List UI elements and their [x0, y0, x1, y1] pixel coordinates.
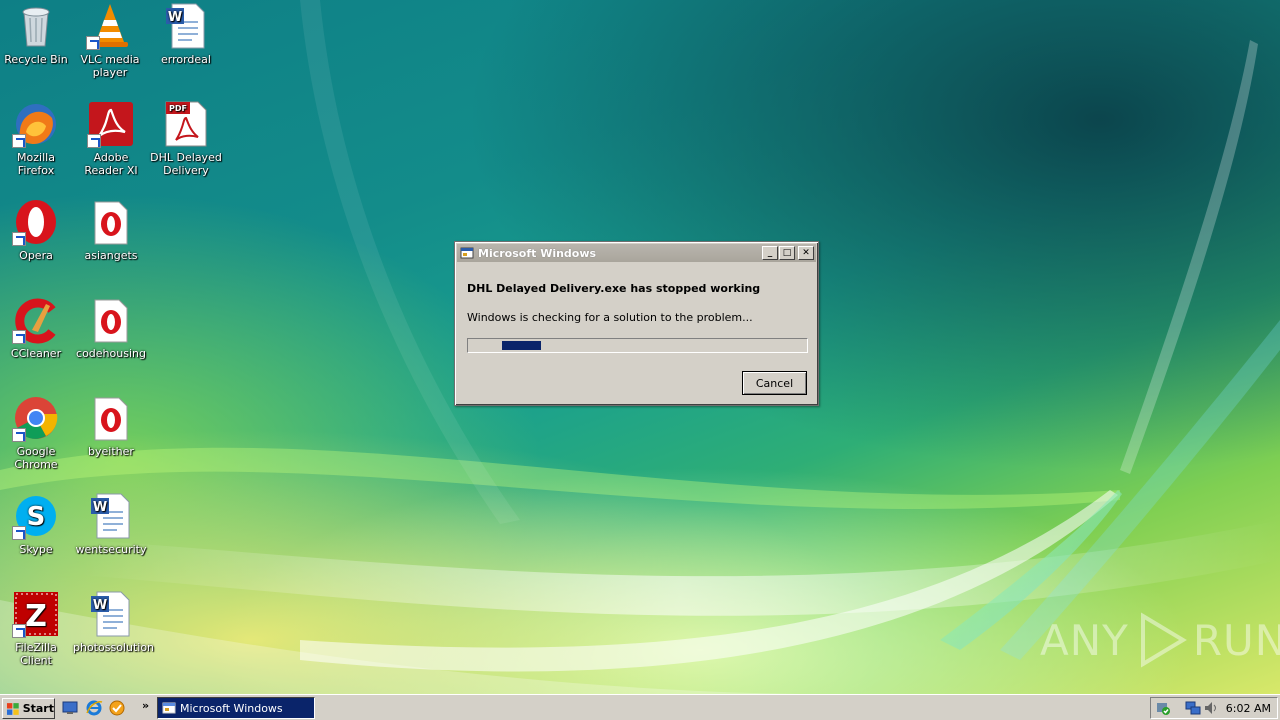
close-button[interactable]: ✕ [798, 246, 814, 260]
show-desktop-icon[interactable] [61, 699, 79, 717]
dialog-message: Windows is checking for a solution to th… [467, 311, 753, 324]
desktop-icon-label: asiangets [84, 249, 138, 262]
desktop-icon-opera[interactable]: Opera [0, 198, 74, 262]
svg-text:W: W [168, 10, 182, 25]
desktop-icon-label: errordeal [161, 53, 211, 66]
desktop-icon-label: codehousing [76, 347, 146, 360]
app-window-icon [162, 702, 176, 714]
desktop-icon-photossolution[interactable]: W photossolution [73, 590, 154, 654]
desktop-icon-wentsecurity[interactable]: W wentsecurity [73, 492, 149, 556]
desktop-icon-asiangets[interactable]: asiangets [73, 198, 149, 262]
desktop-icon-skype[interactable]: S Skype [0, 492, 74, 556]
minimize-icon: _ [767, 247, 773, 258]
quick-launch-chevron[interactable]: » [142, 699, 149, 712]
volume-icon[interactable] [1203, 700, 1219, 716]
desktop-icon-recycle-bin[interactable]: Recycle Bin [0, 2, 74, 66]
opera-document-icon [87, 198, 135, 246]
network-icon[interactable] [1185, 700, 1201, 716]
vlc-icon [86, 2, 134, 50]
desktop-icon-label: Mozilla Firefox [17, 151, 55, 177]
desktop-icon-label: DHL Delayed Delivery [150, 151, 222, 177]
maximize-icon: □ [782, 247, 792, 258]
media-player-icon[interactable] [108, 699, 126, 717]
shortcut-arrow-icon [12, 526, 26, 540]
pdf-document-icon: PDF [162, 100, 210, 148]
security-shield-icon[interactable] [1155, 700, 1171, 716]
opera-document-icon [87, 296, 135, 344]
shortcut-arrow-icon [87, 134, 101, 148]
desktop-icon-label: byeither [88, 445, 134, 458]
taskbar-button-label: Microsoft Windows [180, 701, 283, 715]
desktop-icon-label: photossolution [73, 641, 155, 654]
progress-marquee-block [502, 341, 541, 350]
close-icon: ✕ [802, 247, 810, 258]
svg-text:W: W [93, 500, 107, 515]
word-document-icon: W [87, 492, 135, 540]
dialog-title: Microsoft Windows [478, 246, 597, 260]
start-button[interactable]: Start [2, 698, 55, 719]
shortcut-arrow-icon [12, 134, 26, 148]
error-dialog: Microsoft Windows _ □ ✕ DHL Delayed Deli… [454, 241, 819, 406]
maximize-button[interactable]: □ [779, 246, 795, 260]
filezilla-icon: Z [12, 590, 60, 638]
firefox-icon [12, 100, 60, 148]
svg-text:W: W [93, 598, 107, 613]
desktop-icon-ccleaner[interactable]: CCleaner [0, 296, 74, 360]
desktop-icon-errordeal[interactable]: W errordeal [148, 2, 224, 66]
anyrun-watermark: ANY RUN [1040, 610, 1280, 670]
shortcut-arrow-icon [12, 232, 26, 246]
recycle-bin-icon [12, 2, 60, 50]
desktop-icon-filezilla[interactable]: Z FileZilla Client [0, 590, 74, 667]
svg-text:S: S [27, 502, 46, 532]
desktop-icon-label: Skype [19, 543, 53, 556]
adobe-reader-icon [87, 100, 135, 148]
word-document-icon: W [162, 2, 210, 50]
dialog-titlebar[interactable]: Microsoft Windows _ □ ✕ [457, 244, 816, 262]
system-tray: 6:02 AM [1150, 697, 1278, 719]
desktop-icon-label: Opera [19, 249, 53, 262]
skype-icon: S [12, 492, 60, 540]
desktop-icon-label: VLC media player [80, 53, 140, 79]
word-document-icon: W [87, 590, 135, 638]
watermark-text-left: ANY [1040, 615, 1129, 665]
desktop-icon-byeither[interactable]: byeither [73, 394, 149, 458]
cancel-button[interactable]: Cancel [742, 371, 807, 395]
desktop-icon-google-chrome[interactable]: Google Chrome [0, 394, 74, 471]
dialog-heading: DHL Delayed Delivery.exe has stopped wor… [467, 282, 761, 295]
desktop-icon-firefox[interactable]: Mozilla Firefox [0, 100, 74, 177]
shortcut-arrow-icon [12, 330, 26, 344]
minimize-button[interactable]: _ [762, 246, 778, 260]
svg-text:Z: Z [25, 599, 47, 634]
desktop-icon-label: CCleaner [10, 347, 62, 360]
desktop-icon-dhl-delayed-delivery[interactable]: PDF DHL Delayed Delivery [148, 100, 224, 177]
desktop-icon-vlc[interactable]: VLC media player [72, 2, 148, 79]
clock[interactable]: 6:02 AM [1226, 702, 1271, 715]
desktop-icon-label: FileZilla Client [15, 641, 57, 667]
internet-explorer-icon[interactable] [85, 699, 103, 717]
progress-bar [467, 338, 808, 353]
shortcut-arrow-icon [86, 36, 100, 50]
opera-icon [12, 198, 60, 246]
taskbar: Start » Microsoft Windows 6:02 AM [0, 694, 1280, 720]
svg-text:PDF: PDF [169, 104, 187, 113]
desktop-icon-label: Google Chrome [14, 445, 58, 471]
play-triangle-icon [1140, 612, 1187, 668]
windows-flag-icon [6, 702, 19, 715]
shortcut-arrow-icon [12, 428, 26, 442]
desktop-icon-label: wentsecurity [75, 543, 147, 556]
app-window-icon [460, 247, 474, 259]
shortcut-arrow-icon [12, 624, 26, 638]
ccleaner-icon [12, 296, 60, 344]
watermark-text-right: RUN [1192, 615, 1280, 665]
chrome-icon [12, 394, 60, 442]
desktop-icon-codehousing[interactable]: codehousing [73, 296, 149, 360]
desktop-icon-label: Adobe Reader XI [84, 151, 138, 177]
desktop-icon-label: Recycle Bin [4, 53, 68, 66]
taskbar-button-microsoft-windows[interactable]: Microsoft Windows [157, 697, 315, 719]
start-label: Start [22, 702, 54, 715]
opera-document-icon [87, 394, 135, 442]
desktop-icon-adobe-reader[interactable]: Adobe Reader XI [73, 100, 149, 177]
